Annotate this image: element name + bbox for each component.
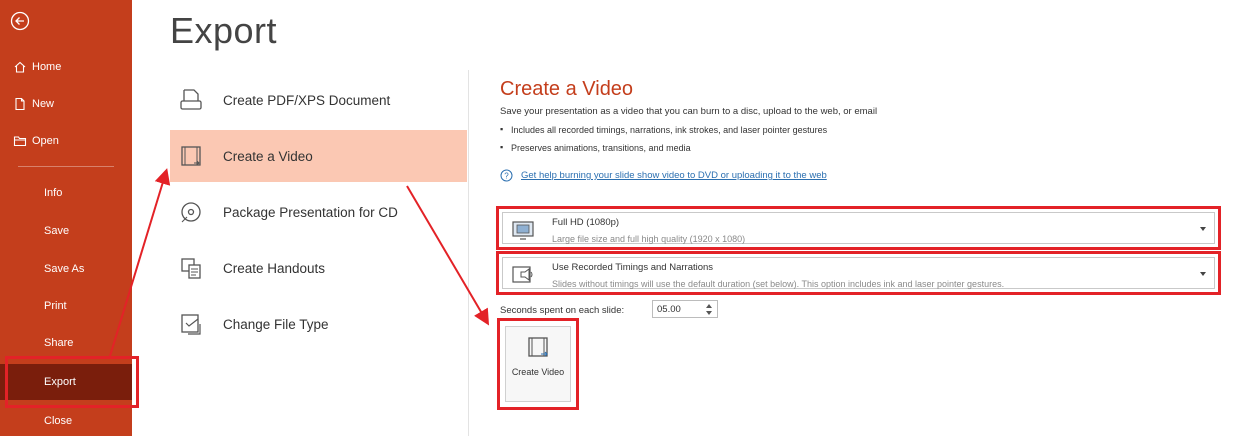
svg-text:?: ? xyxy=(504,172,509,181)
option-package-cd[interactable]: Package Presentation for CD xyxy=(170,186,467,238)
seconds-stepper[interactable] xyxy=(652,300,718,318)
video-film-icon xyxy=(528,337,548,357)
timings-subtitle: Slides without timings will use the defa… xyxy=(552,279,1005,289)
sidebar-item-label: Open xyxy=(32,135,59,147)
cd-disc-icon xyxy=(181,202,201,223)
sidebar-item-close[interactable]: Close xyxy=(0,406,132,436)
spin-buttons[interactable] xyxy=(704,302,714,317)
page-title: Export xyxy=(170,10,278,51)
timings-title: Use Recorded Timings and Narrations xyxy=(552,262,714,273)
sidebar-item-label: Save xyxy=(44,225,70,237)
quality-title: Full HD (1080p) xyxy=(552,217,620,228)
sidebar-item-label: Save As xyxy=(44,263,85,275)
seconds-input[interactable] xyxy=(657,302,697,316)
pdf-document-icon xyxy=(180,89,202,110)
option-label: Package Presentation for CD xyxy=(223,204,398,220)
bullet-item: Includes all recorded timings, narration… xyxy=(500,124,827,135)
help-question-icon: ? xyxy=(500,169,513,182)
sidebar-item-print[interactable]: Print xyxy=(0,291,132,321)
sidebar-divider xyxy=(18,166,114,167)
home-icon xyxy=(14,61,26,73)
handouts-icon xyxy=(181,258,201,279)
sidebar-item-open[interactable]: Open xyxy=(0,126,132,156)
option-create-pdf-xps[interactable]: Create PDF/XPS Document xyxy=(170,74,467,126)
option-label: Create Handouts xyxy=(223,260,326,276)
sidebar-item-home[interactable]: Home xyxy=(0,52,132,82)
open-folder-icon xyxy=(13,136,27,147)
sidebar-item-label: Print xyxy=(44,300,67,312)
spin-down-icon[interactable] xyxy=(706,311,712,315)
chevron-down-icon xyxy=(1200,227,1206,231)
quality-subtitle: Large file size and full high quality (1… xyxy=(552,234,746,244)
option-label: Create a Video xyxy=(223,148,313,164)
sidebar-item-new[interactable]: New xyxy=(0,89,132,119)
create-video-button[interactable]: Create Video xyxy=(497,318,579,410)
timings-narration-icon xyxy=(512,266,533,283)
monitor-hd-icon xyxy=(512,221,534,240)
sidebar-item-save-as[interactable]: Save As xyxy=(0,254,132,284)
timings-dropdown[interactable]: Use Recorded Timings and Narrations Slid… xyxy=(496,251,1221,295)
sidebar-item-label: Share xyxy=(44,337,74,349)
back-button[interactable] xyxy=(8,9,32,33)
export-highlight-box xyxy=(5,356,139,408)
video-film-icon xyxy=(181,146,201,166)
new-document-icon xyxy=(15,97,25,111)
option-label: Change File Type xyxy=(223,316,329,332)
help-link-text: Get help burning your slide show video t… xyxy=(521,170,827,181)
sidebar-item-share[interactable]: Share xyxy=(0,328,132,358)
change-file-type-icon xyxy=(181,314,201,335)
option-change-file-type[interactable]: Change File Type xyxy=(170,298,467,350)
help-link[interactable]: ? Get help burning your slide show video… xyxy=(500,169,827,182)
sidebar-item-label: New xyxy=(32,98,55,110)
option-create-video[interactable]: Create a Video xyxy=(170,130,467,182)
option-create-handouts[interactable]: Create Handouts xyxy=(170,242,467,294)
sidebar-item-info[interactable]: Info xyxy=(0,178,132,208)
panel-description: Save your presentation as a video that y… xyxy=(500,106,878,117)
bullet-item: Preserves animations, transitions, and m… xyxy=(500,142,691,153)
back-arrow-icon xyxy=(10,11,30,31)
panel-title: Create a Video xyxy=(500,78,634,100)
option-label: Create PDF/XPS Document xyxy=(223,92,391,108)
seconds-label: Seconds spent on each slide: xyxy=(500,305,625,316)
sidebar-item-label: Home xyxy=(32,61,62,73)
video-quality-dropdown[interactable]: Full HD (1080p) Large file size and full… xyxy=(496,206,1221,250)
create-video-label: Create Video xyxy=(511,367,565,377)
spin-up-icon[interactable] xyxy=(706,304,712,308)
sidebar-item-label: Close xyxy=(44,415,73,427)
chevron-down-icon xyxy=(1200,272,1206,276)
sidebar-item-save[interactable]: Save xyxy=(0,216,132,246)
column-divider xyxy=(468,70,469,436)
sidebar-item-label: Info xyxy=(44,187,63,199)
